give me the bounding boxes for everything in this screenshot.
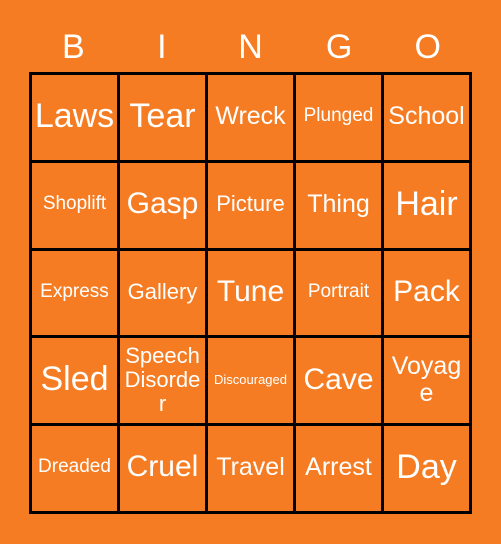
bingo-cell[interactable]: Cruel xyxy=(117,426,205,511)
bingo-cell-label: Discouraged xyxy=(214,371,287,387)
header-letter-b: B xyxy=(61,28,85,66)
bingo-cell[interactable]: Thing xyxy=(293,162,381,248)
bingo-row: Laws Tear Wreck Plunged School xyxy=(32,75,469,160)
bingo-cell[interactable]: Laws xyxy=(32,75,117,160)
bingo-cell[interactable]: Picture xyxy=(205,162,293,248)
bingo-cell[interactable]: School xyxy=(381,75,469,160)
bingo-grid: Laws Tear Wreck Plunged School Shoplift … xyxy=(29,72,472,514)
bingo-cell-label: Cruel xyxy=(126,450,199,484)
bingo-cell[interactable]: Portrait xyxy=(293,250,381,336)
bingo-cell[interactable]: Pack xyxy=(381,250,469,336)
bingo-cell-label: Tune xyxy=(216,274,285,308)
bingo-row: Dreaded Cruel Travel Arrest Day xyxy=(32,423,469,511)
bingo-cell[interactable]: Gasp xyxy=(117,162,205,248)
bingo-cell-label: Travel xyxy=(216,453,285,482)
bingo-cell-label: Speech Disorder xyxy=(124,343,201,416)
bingo-cell[interactable]: Shoplift xyxy=(32,162,117,248)
bingo-cell-label: Picture xyxy=(216,191,285,217)
bingo-row: Sled Speech Disorder Discouraged Cave Vo… xyxy=(32,335,469,424)
bingo-cell-label: Pack xyxy=(393,274,460,308)
bingo-cell-label: Shoplift xyxy=(42,192,107,214)
bingo-cell-label: Gasp xyxy=(126,187,199,220)
bingo-cell[interactable]: Day xyxy=(381,426,469,511)
bingo-cell-label: Express xyxy=(40,280,109,302)
bingo-cell-label: Dreaded xyxy=(38,456,111,478)
bingo-cell-label: Laws xyxy=(34,97,115,136)
bingo-cell-label: Tear xyxy=(129,97,196,136)
bingo-row: Shoplift Gasp Picture Thing Hair xyxy=(32,159,469,248)
bingo-cell-label: Wreck xyxy=(215,101,286,130)
bingo-cell-label: Gallery xyxy=(127,279,198,305)
bingo-cell-label: Portrait xyxy=(307,280,370,302)
bingo-cell[interactable]: Hair xyxy=(381,162,469,248)
bingo-header: B I N G O xyxy=(29,22,472,72)
bingo-cell[interactable]: Travel xyxy=(205,426,293,511)
header-letter-o: O xyxy=(414,28,441,66)
bingo-cell-label: School xyxy=(388,101,465,130)
header-letter-i: I xyxy=(157,28,167,66)
bingo-cell[interactable]: Speech Disorder xyxy=(117,338,205,424)
bingo-cell[interactable]: Dreaded xyxy=(32,426,117,511)
bingo-cell-label: Voyage xyxy=(391,351,462,407)
bingo-cell-label: Plunged xyxy=(303,105,374,127)
header-letter-n: N xyxy=(238,28,263,66)
bingo-cell[interactable]: Express xyxy=(32,250,117,336)
bingo-cell[interactable]: Tune xyxy=(205,250,293,336)
bingo-cell-label: Sled xyxy=(40,360,109,399)
bingo-cell[interactable]: Discouraged xyxy=(205,338,293,424)
bingo-cell-label: Arrest xyxy=(305,453,372,482)
bingo-card: B I N G O Laws Tear Wreck Plunged School… xyxy=(0,0,501,544)
bingo-cell[interactable]: Gallery xyxy=(117,250,205,336)
bingo-cell[interactable]: Plunged xyxy=(293,75,381,160)
bingo-cell[interactable]: Sled xyxy=(32,338,117,424)
bingo-cell[interactable]: Wreck xyxy=(205,75,293,160)
bingo-cell[interactable]: Arrest xyxy=(293,426,381,511)
bingo-cell-label: Day xyxy=(396,448,457,487)
header-letter-g: G xyxy=(325,28,353,66)
bingo-cell-label: Hair xyxy=(395,184,458,223)
bingo-cell[interactable]: Voyage xyxy=(381,338,469,424)
bingo-cell[interactable]: Cave xyxy=(293,338,381,424)
bingo-cell-label: Cave xyxy=(303,362,374,396)
bingo-cell-label: Thing xyxy=(307,189,370,218)
bingo-cell[interactable]: Tear xyxy=(117,75,205,160)
bingo-row: Express Gallery Tune Portrait Pack xyxy=(32,247,469,336)
